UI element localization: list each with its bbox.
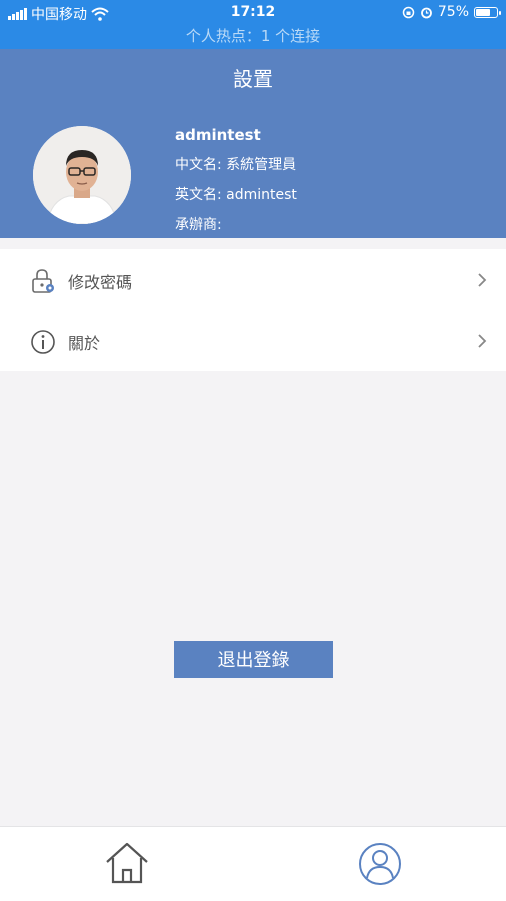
settings-menu: 修改密碼 關於 [0,249,506,371]
chevron-right-icon [478,273,487,287]
alarm-icon [420,7,432,18]
home-icon [106,842,148,884]
lock-gear-icon [32,269,54,293]
menu-item-about[interactable]: 關於 [0,310,506,371]
avatar-photo [33,126,131,224]
hotspot-banner[interactable]: 个人热点：1 个连接 [0,24,506,49]
tab-profile[interactable] [356,840,404,888]
status-right: 75% [402,4,501,20]
battery-icon [474,6,501,18]
chinese-name: 中文名: 系統管理員 [175,157,297,173]
menu-item-change-password[interactable]: 修改密碼 [0,249,506,310]
page-title: 設置 [233,67,273,91]
english-name: 英文名: admintest [175,187,297,203]
profile-icon [359,843,401,885]
profile-header: 設置 admintest 中文名: 系統管理員 英文名: admintest 承… [0,49,506,238]
logout-button[interactable]: 退出登錄 [174,641,333,678]
battery-percent: 75% [437,4,469,20]
username: admintest [175,126,261,144]
status-bar: 中国移动 17:12 75% [0,0,506,24]
profile-info: admintest 中文名: 系統管理員 英文名: admintest 承辦商: [175,120,297,240]
info-icon [31,330,55,354]
orientation-lock-icon [402,6,415,18]
chevron-right-icon [478,334,487,348]
menu-item-label: 修改密碼 [68,273,133,292]
menu-item-label: 關於 [68,334,101,353]
tab-home[interactable] [103,840,151,888]
contractor: 承辦商: [175,217,222,233]
avatar [33,126,131,224]
tab-bar [0,826,506,901]
